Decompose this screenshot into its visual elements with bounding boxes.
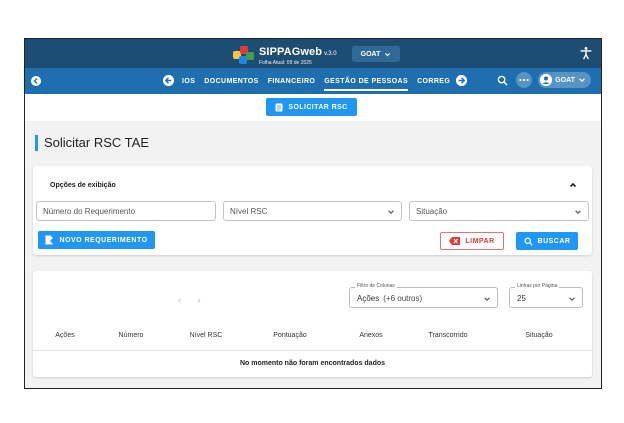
nav-tab-ios[interactable]: IOS: [182, 68, 195, 94]
table-header: Ações Número Nível RSC Pontuação Anexos …: [33, 332, 592, 348]
avatar: [540, 74, 553, 86]
solicitar-rsc-label: SOLICITAR RSC: [288, 103, 348, 111]
column-filter-value: Ações: [357, 294, 380, 303]
nav-tab-correg[interactable]: CORREG: [417, 68, 450, 94]
nav-tabs: IOS DOCUMENTOS FINANCEIRO GESTÃO DE PESS…: [182, 68, 450, 94]
nav-scroll-right-icon[interactable]: [456, 75, 467, 86]
nav-tab-documentos[interactable]: DOCUMENTOS: [204, 68, 258, 94]
divider: [33, 350, 592, 351]
org-selector-label: GOAT: [360, 50, 381, 58]
brand-name: SIPPAG: [259, 46, 301, 58]
solicitar-rsc-button[interactable]: SOLICITAR RSC: [266, 98, 357, 116]
limpar-button[interactable]: LIMPAR: [440, 232, 504, 250]
chevron-down-icon: [484, 297, 490, 301]
app-version: v.3.0: [324, 51, 337, 57]
numero-requerimento-input[interactable]: Número do Requerimento: [36, 201, 216, 221]
chevron-down-icon: [569, 297, 575, 301]
current-payroll: Folha Atual: 09 de 2025: [259, 60, 312, 66]
filters-card: Opções de exibição Número do Requeriment…: [33, 166, 592, 255]
nivel-rsc-placeholder: Nível RSC: [230, 206, 268, 216]
limpar-label: LIMPAR: [465, 237, 495, 245]
search-icon: [524, 237, 533, 246]
empty-state-message: No momento não foram encontrados dados: [239, 360, 386, 367]
top-bar: SIPPAGweb v.3.0 Folha Atual: 09 de 2025 G…: [25, 39, 601, 68]
numero-requerimento-placeholder: Número do Requerimento: [43, 206, 136, 216]
next-page-button[interactable]: ›: [197, 295, 200, 306]
column-filter-legend: Filtro de Colunas: [355, 283, 397, 289]
rows-per-page-legend: Linhas por Página: [515, 283, 560, 289]
column-filter-extra: (+6 outros): [383, 294, 423, 303]
brand-web: web: [300, 46, 323, 58]
column-filter-select[interactable]: Filtro de Colunas Ações (+6 outros): [349, 283, 498, 308]
search-icon[interactable]: [494, 72, 510, 88]
column-header-anexos[interactable]: Anexos: [359, 332, 382, 339]
nav-tab-gestao-de-pessoas[interactable]: GESTÃO DE PESSOAS: [324, 68, 408, 94]
document-form-icon: [275, 103, 283, 111]
chevron-down-icon: [575, 210, 581, 214]
app-window: SIPPAGweb v.3.0 Folha Atual: 09 de 2025 G…: [24, 38, 602, 389]
rows-per-page-select[interactable]: Linhas por Página 25: [509, 283, 583, 308]
filters-heading: Opções de exibição: [50, 182, 116, 189]
novo-requerimento-label: NOVO REQUERIMENTO: [59, 236, 148, 244]
rows-per-page-value: 25: [517, 294, 526, 303]
chevron-down-icon: [385, 52, 391, 56]
buscar-button[interactable]: BUSCAR: [516, 232, 578, 250]
chevron-down-icon: [579, 78, 585, 83]
results-card: ‹ › Filtro de Colunas Ações (+6 outros) L…: [33, 271, 592, 377]
nav-tab-financeiro[interactable]: FINANCEIRO: [268, 68, 316, 94]
app-logo[interactable]: SIPPAGweb v.3.0 Folha Atual: 09 de 2025: [233, 43, 337, 66]
column-header-pontuacao[interactable]: Pontuação: [273, 332, 306, 339]
more-options-icon[interactable]: [516, 72, 533, 88]
main-navbar: IOS DOCUMENTOS FINANCEIRO GESTÃO DE PESS…: [25, 68, 601, 94]
situacao-placeholder: Situação: [416, 206, 448, 216]
situacao-select[interactable]: Situação: [409, 201, 589, 221]
column-header-acoes[interactable]: Ações: [55, 332, 74, 339]
user-menu[interactable]: GOAT: [538, 72, 591, 88]
novo-requerimento-button[interactable]: NOVO REQUERIMENTO: [38, 231, 155, 249]
nivel-rsc-select[interactable]: Nível RSC: [223, 201, 402, 221]
chevron-up-icon[interactable]: [568, 180, 578, 190]
clear-icon: [449, 237, 461, 245]
action-bar: SOLICITAR RSC: [25, 94, 601, 121]
org-selector-button[interactable]: GOAT: [352, 46, 400, 62]
logo-mark-icon: [233, 45, 255, 65]
collapse-menu-icon[interactable]: [31, 76, 41, 86]
page-title: Solicitar RSC TAE: [35, 135, 149, 151]
buscar-label: BUSCAR: [537, 237, 571, 245]
nav-scroll-left-icon[interactable]: [163, 75, 174, 86]
column-header-nivel-rsc[interactable]: Nível RSC: [190, 332, 223, 339]
user-name: GOAT: [555, 76, 575, 84]
chevron-down-icon: [388, 210, 394, 214]
prev-page-button[interactable]: ‹: [178, 295, 181, 306]
pagination: ‹ ›: [178, 295, 201, 306]
accessibility-icon[interactable]: [579, 46, 593, 60]
column-header-numero[interactable]: Número: [119, 332, 144, 339]
column-header-situacao[interactable]: Situação: [525, 332, 552, 339]
column-header-transcorrido[interactable]: Transcorrido: [428, 332, 467, 339]
document-add-icon: [45, 235, 55, 245]
